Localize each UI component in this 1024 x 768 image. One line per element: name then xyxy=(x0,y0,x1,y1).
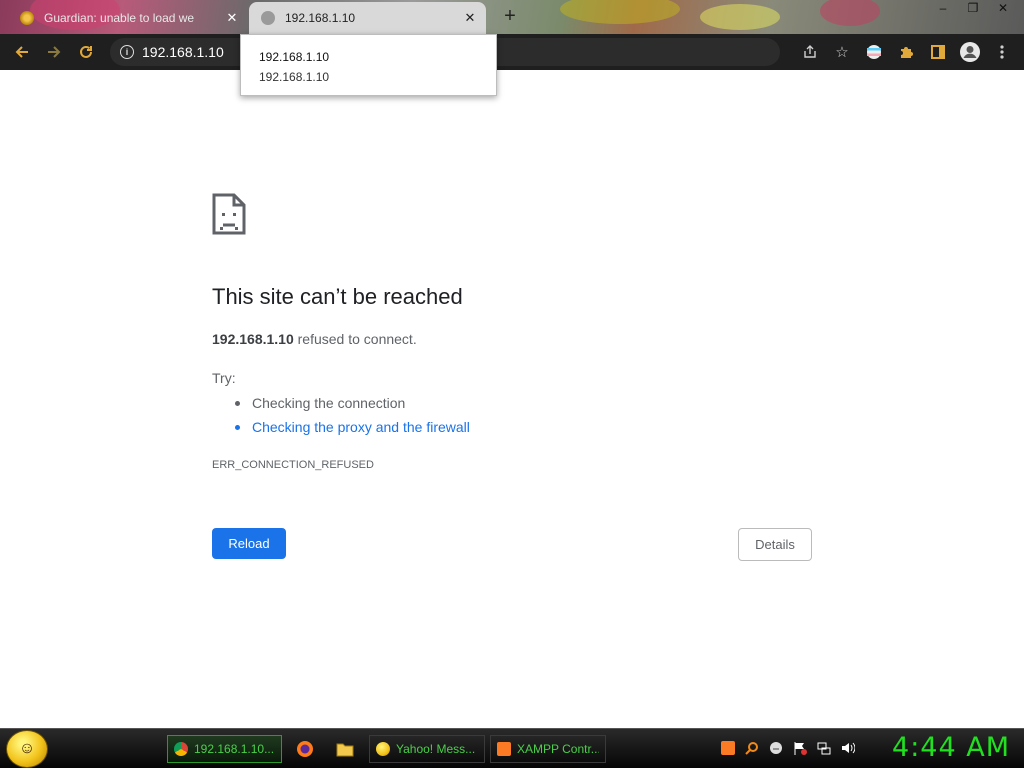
sidepanel-icon[interactable] xyxy=(922,38,954,66)
chrome-icon xyxy=(174,742,188,756)
suggestion-check-proxy-firewall-link[interactable]: Checking the proxy and the firewall xyxy=(235,418,470,442)
details-button[interactable]: Details xyxy=(738,528,812,561)
try-label: Try: xyxy=(212,370,236,386)
smiley-icon: ☺ xyxy=(18,740,36,757)
toolbar-actions: ☆ xyxy=(794,38,1018,66)
tab-title: Guardian: unable to load we xyxy=(44,11,195,25)
profile-icon[interactable] xyxy=(954,38,986,66)
action-center-icon[interactable] xyxy=(790,737,810,759)
error-code: ERR_CONNECTION_REFUSED xyxy=(212,459,374,471)
error-page: This site can’t be reached 192.168.1.10 … xyxy=(0,70,1024,728)
browser-tab-strip: Guardian: unable to load we ✕ 192.168.1.… xyxy=(0,0,1024,34)
suggestion-check-connection: Checking the connection xyxy=(235,394,470,418)
taskbar-clock[interactable]: 4:44 AM xyxy=(892,732,1010,763)
back-arrow-icon[interactable] xyxy=(6,36,38,68)
taskbar-item-label: Yahoo! Mess... xyxy=(396,742,476,756)
search-tray-icon[interactable] xyxy=(742,737,762,759)
error-description-text: refused to connect. xyxy=(293,331,417,347)
reload-button[interactable]: Reload xyxy=(212,528,286,559)
hover-card-title: 192.168.1.10 xyxy=(259,50,330,64)
taskbar-item-xampp[interactable]: XAMPP Contr... xyxy=(490,735,606,763)
close-tab-icon[interactable]: ✕ xyxy=(460,10,480,26)
puzzle-extension-icon[interactable] xyxy=(890,38,922,66)
suggestion-list: Checking the connection Checking the pro… xyxy=(235,394,470,442)
guardian-favicon-icon xyxy=(20,11,34,25)
globe-favicon-icon xyxy=(261,11,275,25)
wallpaper-splash xyxy=(560,0,680,24)
plus-icon[interactable]: + xyxy=(500,6,520,26)
browser-toolbar: i 192.168.1.10 ☆ xyxy=(0,34,1024,70)
messenger-tray-icon[interactable] xyxy=(766,737,786,759)
menu-icon[interactable] xyxy=(986,38,1018,66)
folder-icon[interactable] xyxy=(330,735,360,763)
taskbar-item-label: 192.168.1.10... xyxy=(194,742,275,756)
flag-extension-icon[interactable] xyxy=(858,38,890,66)
firefox-icon[interactable] xyxy=(290,735,320,763)
wallpaper-splash xyxy=(700,4,780,30)
xampp-tray-icon[interactable] xyxy=(718,737,738,759)
error-description: 192.168.1.10 refused to connect. xyxy=(212,331,417,347)
close-icon[interactable]: ✕ xyxy=(988,0,1018,16)
tab-192-168-1-10[interactable]: 192.168.1.10 ✕ xyxy=(249,2,486,34)
tab-title: 192.168.1.10 xyxy=(285,11,356,25)
minimize-icon[interactable]: ‒ xyxy=(928,0,958,16)
reload-icon[interactable] xyxy=(70,36,102,68)
tab-guardian[interactable]: Guardian: unable to load we ✕ xyxy=(8,2,248,34)
taskbar: ☺ 192.168.1.10... Yahoo! Mess... XAMPP C… xyxy=(0,728,1024,768)
system-tray xyxy=(718,737,858,759)
error-title: This site can’t be reached xyxy=(212,284,463,309)
taskbar-item-yahoo-messenger[interactable]: Yahoo! Mess... xyxy=(369,735,485,763)
taskbar-item-chrome[interactable]: 192.168.1.10... xyxy=(167,735,282,763)
volume-icon[interactable] xyxy=(838,737,858,759)
yahoo-messenger-icon xyxy=(376,742,390,756)
wallpaper-splash xyxy=(820,0,880,26)
hover-card-url: 192.168.1.10 xyxy=(259,70,330,84)
xampp-icon xyxy=(497,742,511,756)
tab-hover-card: 192.168.1.10 192.168.1.10 xyxy=(240,34,497,96)
network-icon[interactable] xyxy=(814,737,834,759)
star-icon[interactable]: ☆ xyxy=(826,38,858,66)
window-controls: ‒ ❐ ✕ xyxy=(928,0,1018,16)
share-icon[interactable] xyxy=(794,38,826,66)
start-button[interactable]: ☺ xyxy=(6,730,48,768)
site-info-icon[interactable]: i xyxy=(120,45,134,59)
address-url[interactable]: 192.168.1.10 xyxy=(142,44,224,60)
close-tab-icon[interactable]: ✕ xyxy=(222,10,242,26)
sad-page-icon xyxy=(212,193,246,240)
restore-icon[interactable]: ❐ xyxy=(958,0,988,16)
error-host: 192.168.1.10 xyxy=(212,331,294,347)
forward-arrow-icon[interactable] xyxy=(38,36,70,68)
taskbar-item-label: XAMPP Contr... xyxy=(517,742,599,756)
